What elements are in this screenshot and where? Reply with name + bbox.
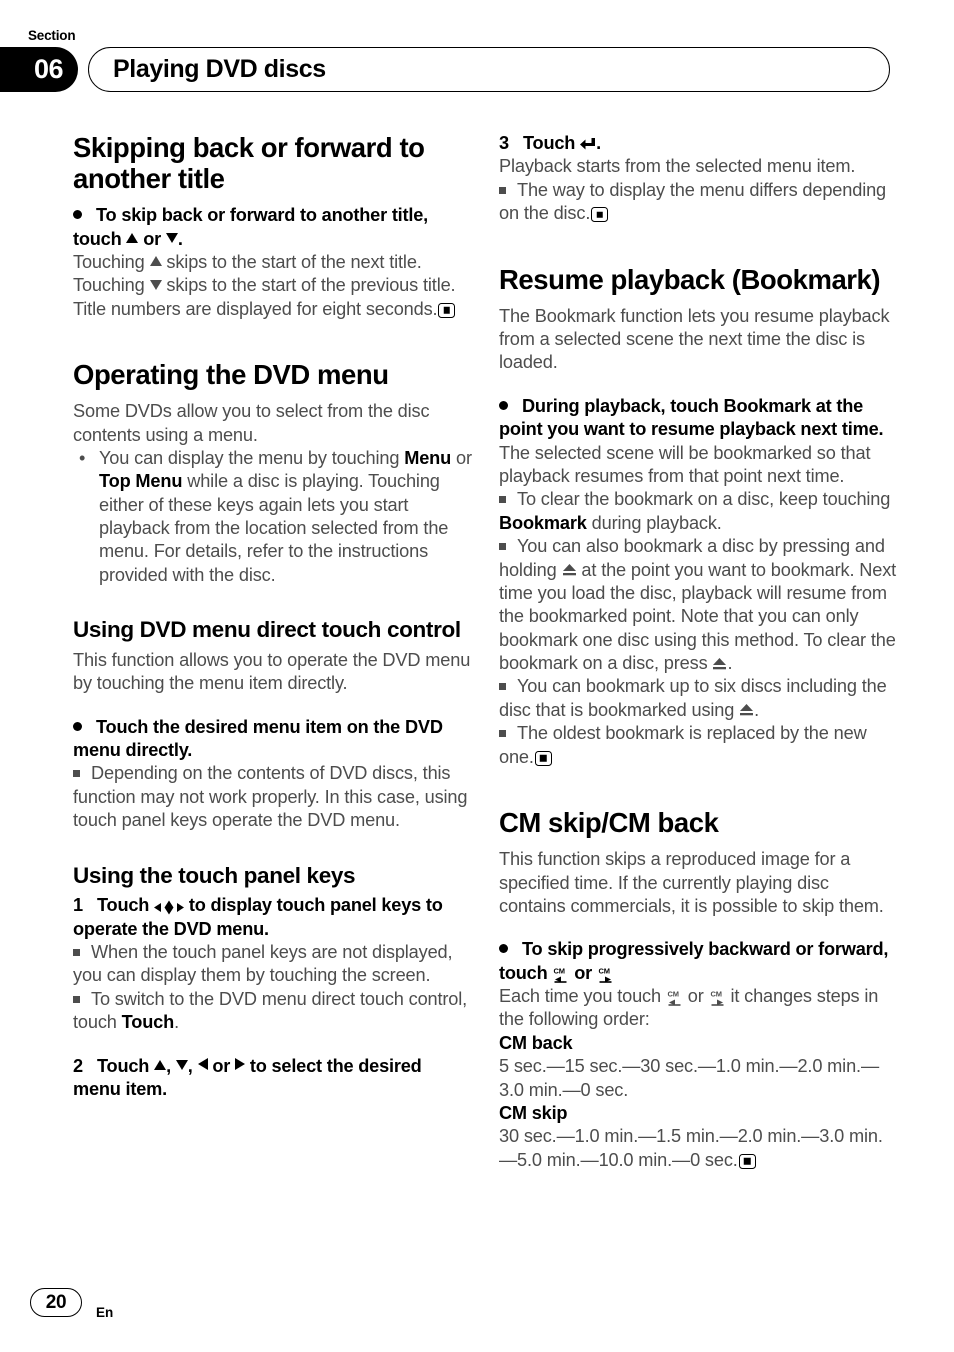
triangle-up-icon <box>149 256 162 267</box>
square-bullet-icon <box>73 770 80 778</box>
square-bullet-icon <box>73 995 80 1003</box>
section-number-tab: 06 <box>0 47 78 92</box>
square-bullet-icon <box>73 948 80 956</box>
left-column: Skipping back or forward to another titl… <box>73 132 473 1101</box>
instruction-touch-bookmark: During playback, touch Bookmark at the p… <box>499 395 884 440</box>
bullet-display-menu: • You can display the menu by touching Me… <box>79 447 472 585</box>
paragraph-some-dvds: Some DVDs allow you to select from the d… <box>73 401 430 445</box>
chapter-title-pill: Playing DVD discs <box>88 47 890 92</box>
step-2-touch-arrows: 2 Touch , , or to select the desired menu… <box>73 1055 422 1100</box>
paragraph-bookmark-desc: The Bookmark function lets you resume pl… <box>499 305 890 373</box>
triangle-up-icon <box>126 233 139 244</box>
page-header: Section 06 Playing DVD discs <box>0 28 954 100</box>
note-six-discs: You can bookmark up to six discs includi… <box>499 676 887 720</box>
instruction-skip-progressively: To skip progressively backward or forwar… <box>499 939 889 983</box>
page-footer: 20 En <box>0 1288 954 1328</box>
key-label-touch: Touch <box>121 1012 175 1033</box>
square-bullet-icon <box>499 542 506 550</box>
dpad-4way-icon <box>154 900 185 915</box>
key-label-bookmark: Bookmark <box>499 512 587 533</box>
svg-text:CM: CM <box>710 990 721 999</box>
page-number-pill: 20 <box>30 1288 82 1317</box>
key-label-top-menu: Top Menu <box>99 471 183 492</box>
paragraph-direct-touch-desc: This function allows you to operate the … <box>73 649 471 694</box>
enter-return-icon <box>580 137 596 150</box>
paragraph-touch-up: Touching skips to the start of the next … <box>73 251 422 272</box>
section-label: Section <box>28 28 76 43</box>
bullet-dot-icon <box>73 209 82 219</box>
page-title: Playing DVD discs <box>113 55 326 83</box>
svg-text:CM: CM <box>598 966 609 975</box>
bullet-dot-icon <box>499 944 508 954</box>
square-bullet-icon <box>499 186 506 194</box>
paragraph-playback-starts: Playback starts from the selected menu i… <box>499 156 856 177</box>
instruction-skip-title: To skip back or forward to another title… <box>73 205 429 249</box>
note-oldest-bookmark: The oldest bookmark is replaced by the n… <box>499 723 867 767</box>
note-depending-contents: Depending on the contents of DVD discs, … <box>73 763 468 831</box>
heading-cm-skip-back: CM skip/CM back <box>499 807 719 839</box>
section-number: 06 <box>33 54 64 84</box>
svg-text:CM: CM <box>667 990 678 999</box>
end-of-section-marker-icon <box>738 1153 756 1169</box>
triangle-down-icon <box>175 1060 188 1071</box>
heading-dvd-direct-touch: Using DVD menu direct touch control <box>73 617 461 643</box>
label-cm-back: CM back <box>499 1032 573 1053</box>
svg-text:CM: CM <box>554 966 565 975</box>
eject-icon <box>562 563 576 576</box>
triangle-up-icon <box>154 1060 167 1071</box>
note-bookmark-by-eject: You can also bookmark a disc by pressing… <box>499 536 897 674</box>
heading-operating-dvd-menu: Operating the DVD menu <box>73 359 389 391</box>
bullet-dot-icon <box>499 400 508 410</box>
label-cm-skip: CM skip <box>499 1103 568 1124</box>
note-switch-direct-touch: To switch to the DVD menu direct touch c… <box>73 988 468 1033</box>
values-cm-skip: 30 sec.—1.0 min.—1.5 min.—2.0 min.—3.0 m… <box>499 1126 883 1170</box>
cm-skip-icon: CM <box>598 966 612 983</box>
heading-resume-playback: Resume playback (Bookmark) <box>499 263 881 295</box>
triangle-right-icon <box>235 1058 246 1071</box>
cm-back-icon: CM <box>554 966 567 983</box>
manual-page: Section 06 Playing DVD discs Skipping ba… <box>0 0 954 1352</box>
square-bullet-icon <box>499 496 506 504</box>
instruction-touch-menu-item: Touch the desired menu item on the DVD m… <box>73 716 443 761</box>
note-menu-display-differs: The way to display the menu differs depe… <box>499 179 887 224</box>
values-cm-back: 5 sec.—15 sec.—30 sec.—1.0 min.—2.0 min.… <box>499 1056 879 1100</box>
triangle-left-icon <box>197 1058 208 1071</box>
bullet-dot-icon <box>73 721 82 731</box>
end-of-section-marker-icon <box>591 207 609 223</box>
triangle-down-icon <box>165 233 178 244</box>
right-column: 3 Touch . Playback starts from the select… <box>499 132 899 1172</box>
cm-skip-icon: CM <box>710 990 724 1006</box>
paragraph-cm-desc: This function skips a reproduced image f… <box>499 849 884 916</box>
eject-icon <box>740 704 754 716</box>
step-number: 2 <box>73 1055 83 1076</box>
paragraph-title-numbers: Title numbers are displayed for eight se… <box>73 298 473 321</box>
triangle-down-icon <box>149 279 162 290</box>
end-of-section-marker-icon <box>438 302 456 318</box>
step-1-touch-dpad: 1 Touch to display touch panel keys to op… <box>73 895 443 939</box>
key-label-menu: Menu <box>404 447 452 468</box>
note-clear-bookmark: To clear the bookmark on a disc, keep to… <box>499 489 891 533</box>
step-number: 3 <box>499 133 509 153</box>
paragraph-scene-bookmarked: The selected scene will be bookmarked so… <box>499 442 871 486</box>
heading-touch-panel-keys: Using the touch panel keys <box>73 862 356 888</box>
language-label: En <box>96 1305 114 1320</box>
heading-skipping-title: Skipping back or forward to another titl… <box>73 132 425 195</box>
step-3-touch-enter: 3 Touch . <box>499 132 899 155</box>
step-number: 1 <box>73 895 83 916</box>
note-keys-not-displayed: When the touch panel keys are not displa… <box>73 942 453 986</box>
paragraph-each-time-touch: Each time you touch CM or CM it changes … <box>499 986 879 1030</box>
paragraph-touch-down: Touching skips to the start of the previ… <box>73 275 456 296</box>
square-bullet-icon <box>499 730 506 738</box>
page-number: 20 <box>45 1292 67 1313</box>
square-bullet-icon <box>499 683 506 691</box>
middot-bullet-icon: • <box>79 447 86 468</box>
end-of-section-marker-icon <box>534 750 552 766</box>
cm-back-icon: CM <box>667 990 681 1006</box>
eject-icon <box>713 657 727 669</box>
